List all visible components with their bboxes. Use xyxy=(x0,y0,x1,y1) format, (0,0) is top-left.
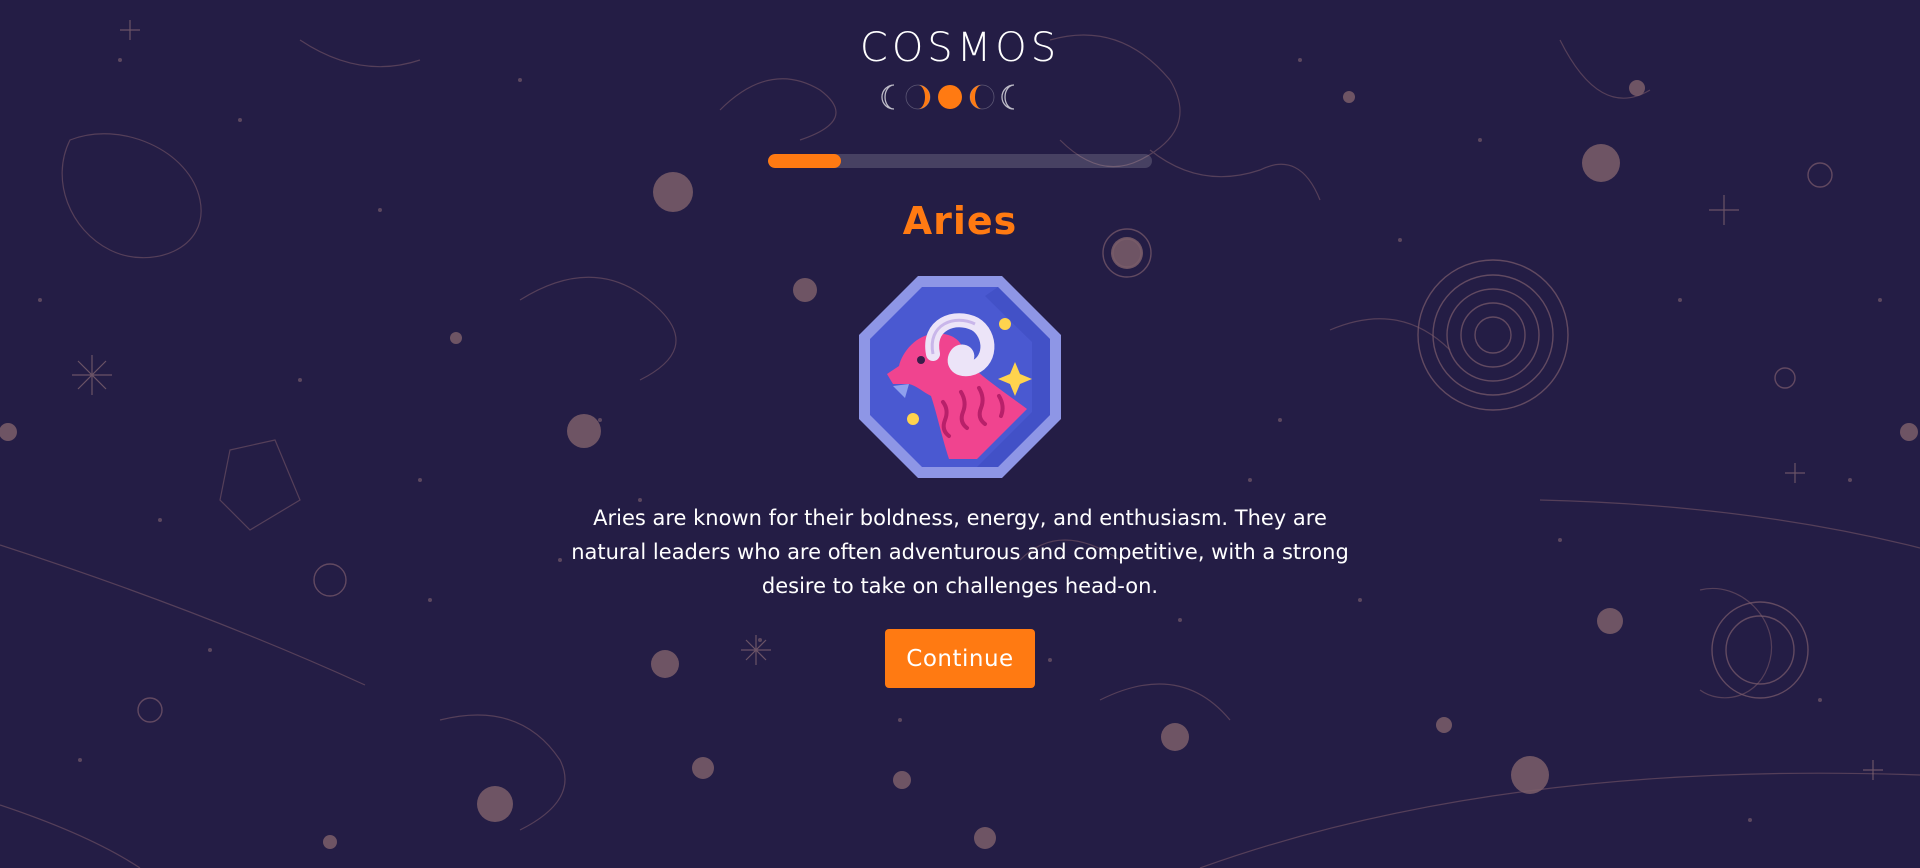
moon-phases-icon xyxy=(881,84,1015,110)
aries-ram-icon xyxy=(859,276,1061,478)
sign-description: Aries are known for their boldness, ener… xyxy=(571,506,1349,598)
progress-fill xyxy=(768,154,841,168)
progress-bar xyxy=(768,154,1152,168)
cosmos-logo: COSMOS xyxy=(859,25,1061,71)
sign-title: Aries xyxy=(902,199,1018,243)
continue-button[interactable]: Continue xyxy=(885,629,1035,688)
